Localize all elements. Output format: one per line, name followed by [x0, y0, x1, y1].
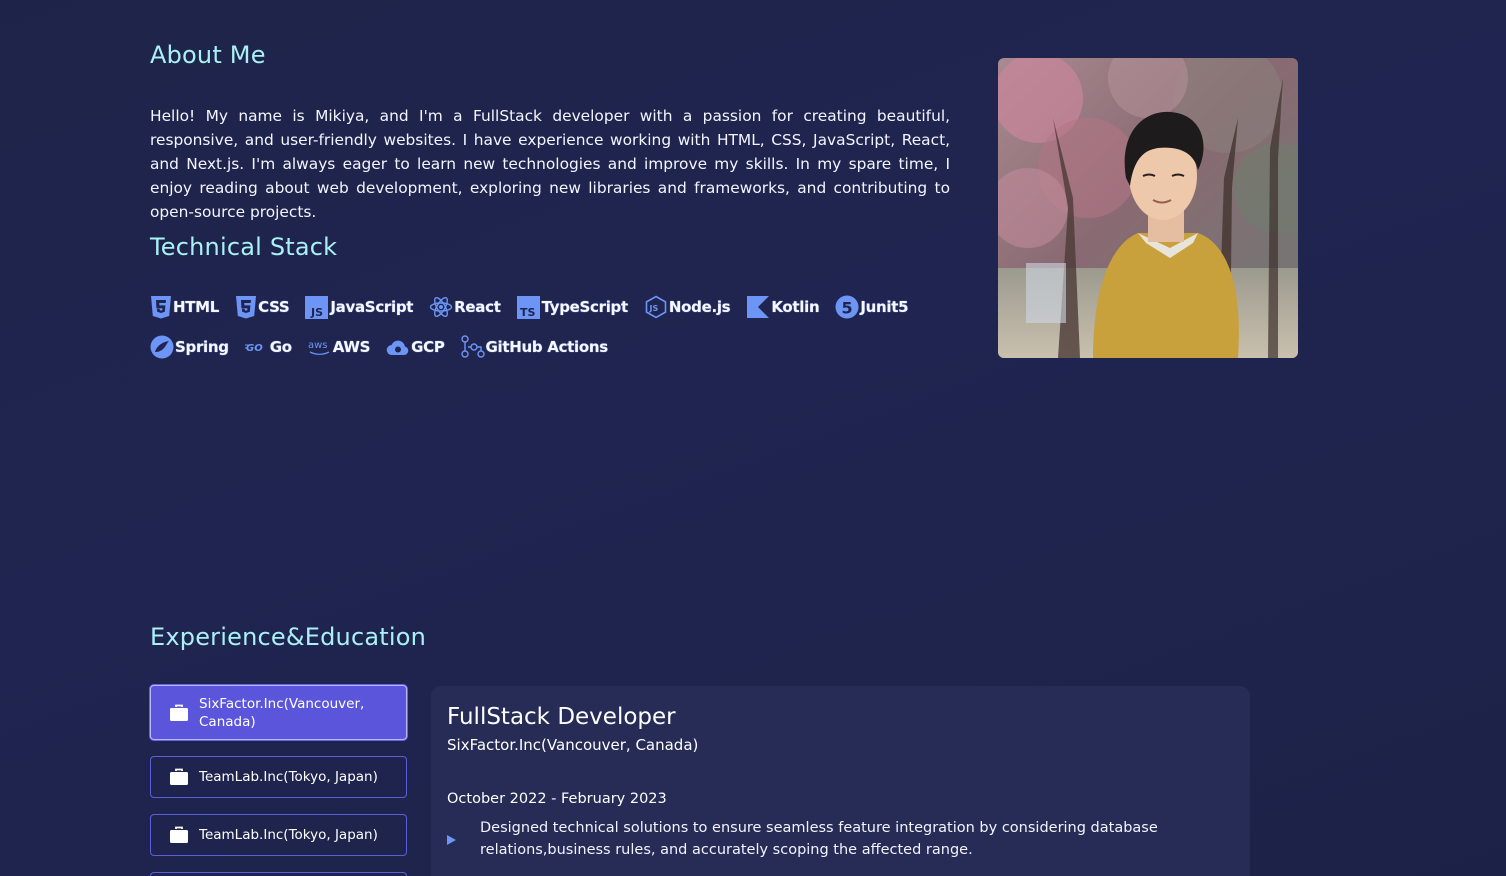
- job-role: FullStack Developer: [447, 704, 676, 730]
- svg-text:aws: aws: [308, 340, 328, 351]
- briefcase-icon: [170, 826, 188, 843]
- skill-label: AWS: [332, 338, 371, 356]
- skill-css: CSS: [235, 295, 290, 319]
- github-actions-icon: [460, 335, 485, 358]
- job-bullet: Designed technical solutions to ensure s…: [447, 817, 1167, 861]
- html5-icon: [151, 296, 171, 319]
- skill-spring: Spring: [150, 335, 229, 359]
- skill-javascript: JS JavaScript: [305, 295, 413, 319]
- tech-stack-row: HTML CSS JS JavaScript React TS TypeScri…: [150, 295, 924, 319]
- skill-label: HTML: [173, 298, 220, 316]
- junit5-icon: 5: [835, 295, 859, 319]
- skill-junit5: 5 Junit5: [835, 295, 909, 319]
- svg-text:TS: TS: [520, 306, 536, 319]
- aws-icon: aws: [308, 340, 330, 355]
- skill-label: React: [454, 298, 501, 316]
- skill-label: JavaScript: [330, 298, 414, 316]
- skill-label: TypeScript: [541, 298, 629, 316]
- experience-tab-label: TeamLab.Inc(Tokyo, Japan): [199, 769, 378, 785]
- experience-title: Experience&Education: [150, 623, 427, 651]
- skill-label: GCP: [411, 338, 445, 356]
- profile-photo: [998, 58, 1298, 358]
- briefcase-icon: [170, 704, 188, 721]
- bullet-triangle-icon: [447, 817, 480, 861]
- job-bullet-text: Designed technical solutions to ensure s…: [480, 820, 1158, 858]
- skill-label: Go: [269, 338, 292, 356]
- job-dates: October 2022 - February 2023: [447, 791, 667, 807]
- kotlin-icon: [747, 296, 770, 318]
- skill-label: CSS: [258, 298, 290, 316]
- experience-tab-teamlab[interactable]: TeamLab.Inc(Tokyo, Japan): [150, 814, 407, 856]
- skill-github-actions: GitHub Actions: [460, 335, 609, 359]
- about-paragraph: Hello! My name is Mikiya, and I'm a Full…: [150, 107, 950, 221]
- skill-gcp: GCP: [386, 335, 445, 359]
- go-icon: GO: [244, 343, 263, 354]
- skill-react: React: [429, 295, 501, 319]
- typescript-icon: TS: [516, 296, 540, 319]
- javascript-icon: JS: [305, 296, 329, 319]
- experience-tab-teamlab[interactable]: TeamLab.Inc(Tokyo, Japan): [150, 756, 407, 798]
- tech-stack-row: Spring GO Go aws AWS GCP GitHub Actions: [150, 335, 624, 359]
- spring-icon: [150, 335, 174, 359]
- experience-tab[interactable]: [150, 872, 407, 876]
- skill-go: GO Go: [244, 335, 292, 359]
- skill-kotlin: Kotlin: [746, 295, 820, 319]
- react-icon: [429, 296, 453, 318]
- skill-html: HTML: [150, 295, 219, 319]
- technical-stack-title: Technical Stack: [150, 233, 338, 261]
- portfolio-page: About Me Hello! My name is Mikiya, and I…: [0, 0, 1506, 876]
- experience-tab-sixfactor[interactable]: SixFactor.Inc(Vancouver, Canada): [150, 685, 407, 740]
- experience-tab-label: SixFactor.Inc(Vancouver, Canada): [199, 695, 365, 730]
- svg-text:JS: JS: [310, 306, 323, 319]
- svg-text:JS: JS: [648, 304, 658, 313]
- skill-label: Node.js: [668, 298, 731, 316]
- experience-detail-card: FullStack Developer SixFactor.Inc(Vancou…: [431, 686, 1250, 876]
- skill-label: Spring: [175, 338, 229, 356]
- skill-nodejs: JS Node.js: [644, 295, 731, 319]
- skill-label: Kotlin: [771, 298, 820, 316]
- about-title: About Me: [150, 41, 266, 69]
- skill-label: Junit5: [860, 298, 909, 316]
- svg-text:5: 5: [842, 299, 853, 318]
- skill-label: GitHub Actions: [485, 338, 609, 356]
- experience-tab-label: TeamLab.Inc(Tokyo, Japan): [199, 827, 378, 843]
- css3-icon: [236, 296, 257, 319]
- nodejs-icon: JS: [645, 295, 667, 319]
- gcp-icon: [386, 340, 409, 356]
- job-company: SixFactor.Inc(Vancouver, Canada): [447, 736, 699, 754]
- skill-typescript: TS TypeScript: [516, 295, 629, 319]
- skill-aws: aws AWS: [308, 335, 371, 359]
- briefcase-icon: [170, 768, 188, 785]
